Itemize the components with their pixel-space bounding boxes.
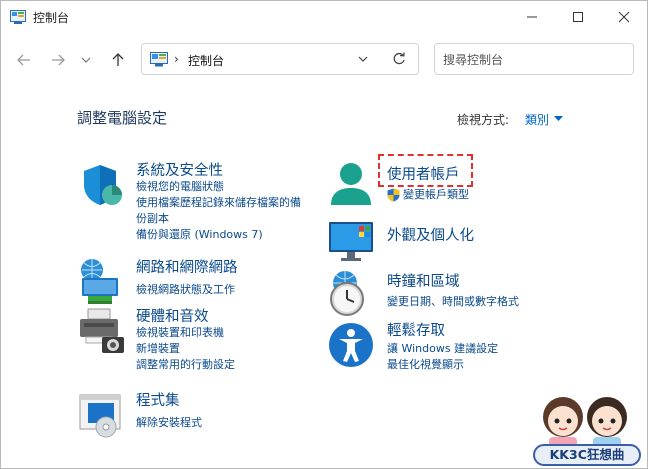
user-icon[interactable]	[327, 161, 375, 209]
recent-locations-button[interactable]	[78, 49, 94, 71]
link-optimize-visual-display[interactable]: 最佳化視覺顯示	[387, 357, 498, 373]
link-add-device[interactable]: 新增裝置	[136, 341, 235, 357]
address-separator[interactable]: ›	[174, 52, 179, 66]
uac-shield-icon	[387, 188, 400, 202]
shield-icon[interactable]	[78, 161, 126, 209]
title-bar: 控制台	[1, 1, 647, 33]
control-panel-window: 控制台 › 控制台 搜尋控制台 調整電腦設定 檢視方式: 類別 系統及安全性 檢…	[0, 0, 648, 469]
page-title: 調整電腦設定	[77, 109, 168, 127]
link-file-history[interactable]: 使用檔案歷程記錄來儲存檔案的備	[136, 195, 301, 211]
link-uninstall-program[interactable]: 解除安裝程式	[136, 415, 202, 431]
monitor-personalize-icon[interactable]	[327, 216, 375, 264]
link-network-status[interactable]: 檢視網路狀態及工作	[136, 282, 235, 298]
clock-globe-icon[interactable]	[327, 269, 375, 317]
link-view-computer-status[interactable]: 檢視您的電腦狀態	[136, 179, 301, 195]
address-breadcrumb[interactable]: 控制台	[188, 52, 224, 69]
search-input[interactable]	[443, 50, 623, 70]
minimize-button[interactable]	[509, 1, 555, 33]
category-title[interactable]: 網路和網際網路	[136, 256, 238, 277]
search-box[interactable]	[434, 43, 634, 75]
link-change-date-time[interactable]: 變更日期、時間或數字格式	[387, 294, 519, 310]
caret-down-icon[interactable]	[554, 116, 563, 122]
category-title[interactable]: 系統及安全性	[136, 159, 223, 180]
forward-button[interactable]	[46, 49, 70, 71]
back-button[interactable]	[12, 49, 36, 71]
chevron-down-icon[interactable]	[358, 55, 368, 63]
chevron-down-icon	[81, 57, 91, 63]
address-bar[interactable]: › 控制台	[141, 43, 419, 75]
arrow-left-icon	[17, 54, 30, 66]
link-change-account-type[interactable]: 變更帳戶類型	[387, 187, 469, 203]
arrow-right-icon	[52, 54, 65, 66]
link-backup-restore[interactable]: 備份與還原 (Windows 7)	[136, 227, 301, 243]
link-change-account-type-label[interactable]: 變更帳戶類型	[403, 188, 469, 201]
category-title[interactable]: 程式集	[136, 389, 180, 410]
network-globe-icon[interactable]	[78, 258, 126, 306]
view-by-dropdown[interactable]: 類別	[525, 111, 549, 128]
navigation-bar: › 控制台	[1, 39, 647, 81]
category-title[interactable]: 硬體和音效	[136, 305, 209, 326]
refresh-icon[interactable]	[392, 52, 406, 66]
accessibility-icon[interactable]	[327, 321, 375, 369]
link-mobility-settings[interactable]: 調整常用的行動設定	[136, 357, 235, 373]
highlight-annotation-box	[378, 154, 473, 187]
programs-icon[interactable]	[78, 391, 126, 439]
category-title[interactable]: 輕鬆存取	[387, 319, 445, 340]
arrow-up-icon	[112, 53, 124, 66]
view-by-label: 檢視方式:	[457, 113, 510, 127]
close-button[interactable]	[601, 1, 647, 33]
link-devices-printers[interactable]: 檢視裝置和印表機	[136, 325, 235, 341]
control-panel-icon	[150, 52, 168, 67]
category-title[interactable]: 外觀及個人化	[387, 224, 474, 245]
close-icon	[618, 11, 630, 23]
control-panel-app-icon	[10, 10, 26, 24]
watermark-badge: KK3C狂想曲	[533, 444, 641, 466]
link-windows-suggest-settings[interactable]: 讓 Windows 建議設定	[387, 341, 498, 357]
minimize-icon	[527, 16, 537, 18]
category-title[interactable]: 時鐘和區域	[387, 270, 460, 291]
up-button[interactable]	[106, 49, 130, 71]
link-file-history-cont[interactable]: 份副本	[136, 211, 301, 227]
printer-icon[interactable]	[78, 307, 126, 355]
maximize-button[interactable]	[555, 1, 601, 33]
maximize-icon	[573, 12, 583, 22]
window-title: 控制台	[33, 11, 70, 25]
